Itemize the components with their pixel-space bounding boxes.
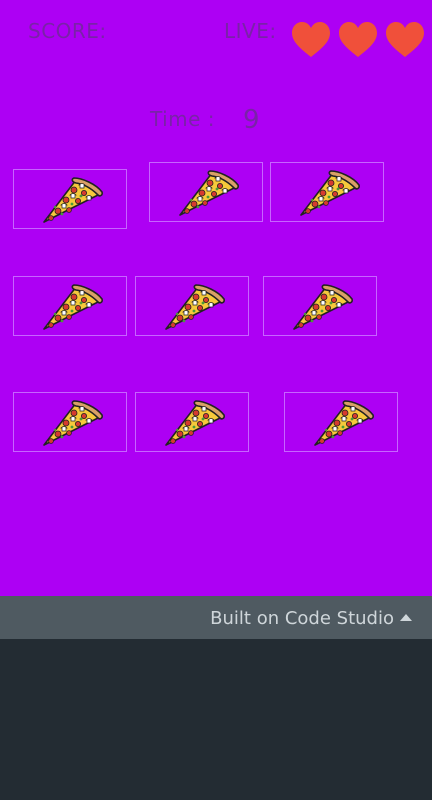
pizza-tile[interactable] — [270, 162, 384, 222]
pizza-slice-icon — [36, 174, 106, 226]
heart-icon — [291, 21, 331, 59]
time-label: Time : — [150, 107, 216, 131]
built-label: Built on Code Studio — [210, 608, 394, 629]
pizza-slice-icon — [158, 281, 228, 333]
pizza-tile[interactable] — [135, 392, 249, 452]
heart-icon — [385, 21, 425, 59]
pizza-tile[interactable] — [149, 162, 263, 222]
pizza-slice-icon — [286, 281, 356, 333]
pizza-slice-icon — [158, 397, 228, 449]
pizza-tile[interactable] — [13, 276, 127, 336]
pizza-slice-icon — [36, 281, 106, 333]
pizza-tile[interactable] — [135, 276, 249, 336]
page-bottom — [0, 639, 432, 800]
time-value: 9 — [243, 105, 261, 135]
pizza-slice-icon — [36, 397, 106, 449]
caret-up-icon — [400, 614, 412, 621]
footer-bar: Built on Code Studio — [0, 596, 432, 639]
pizza-tile[interactable] — [263, 276, 377, 336]
score-label: SCORE: — [28, 19, 107, 43]
pizza-tile[interactable] — [13, 392, 127, 452]
game-area: SCORE: LIVE: Time : 9 — [0, 0, 432, 596]
lives-label: LIVE: — [224, 19, 277, 43]
pizza-tile[interactable] — [13, 169, 127, 229]
pizza-slice-icon — [172, 167, 242, 219]
pizza-slice-icon — [307, 397, 377, 449]
pizza-slice-icon — [293, 167, 363, 219]
heart-icon — [338, 21, 378, 59]
built-on-code-studio-link[interactable]: Built on Code Studio — [210, 608, 412, 629]
pizza-tile[interactable] — [284, 392, 398, 452]
